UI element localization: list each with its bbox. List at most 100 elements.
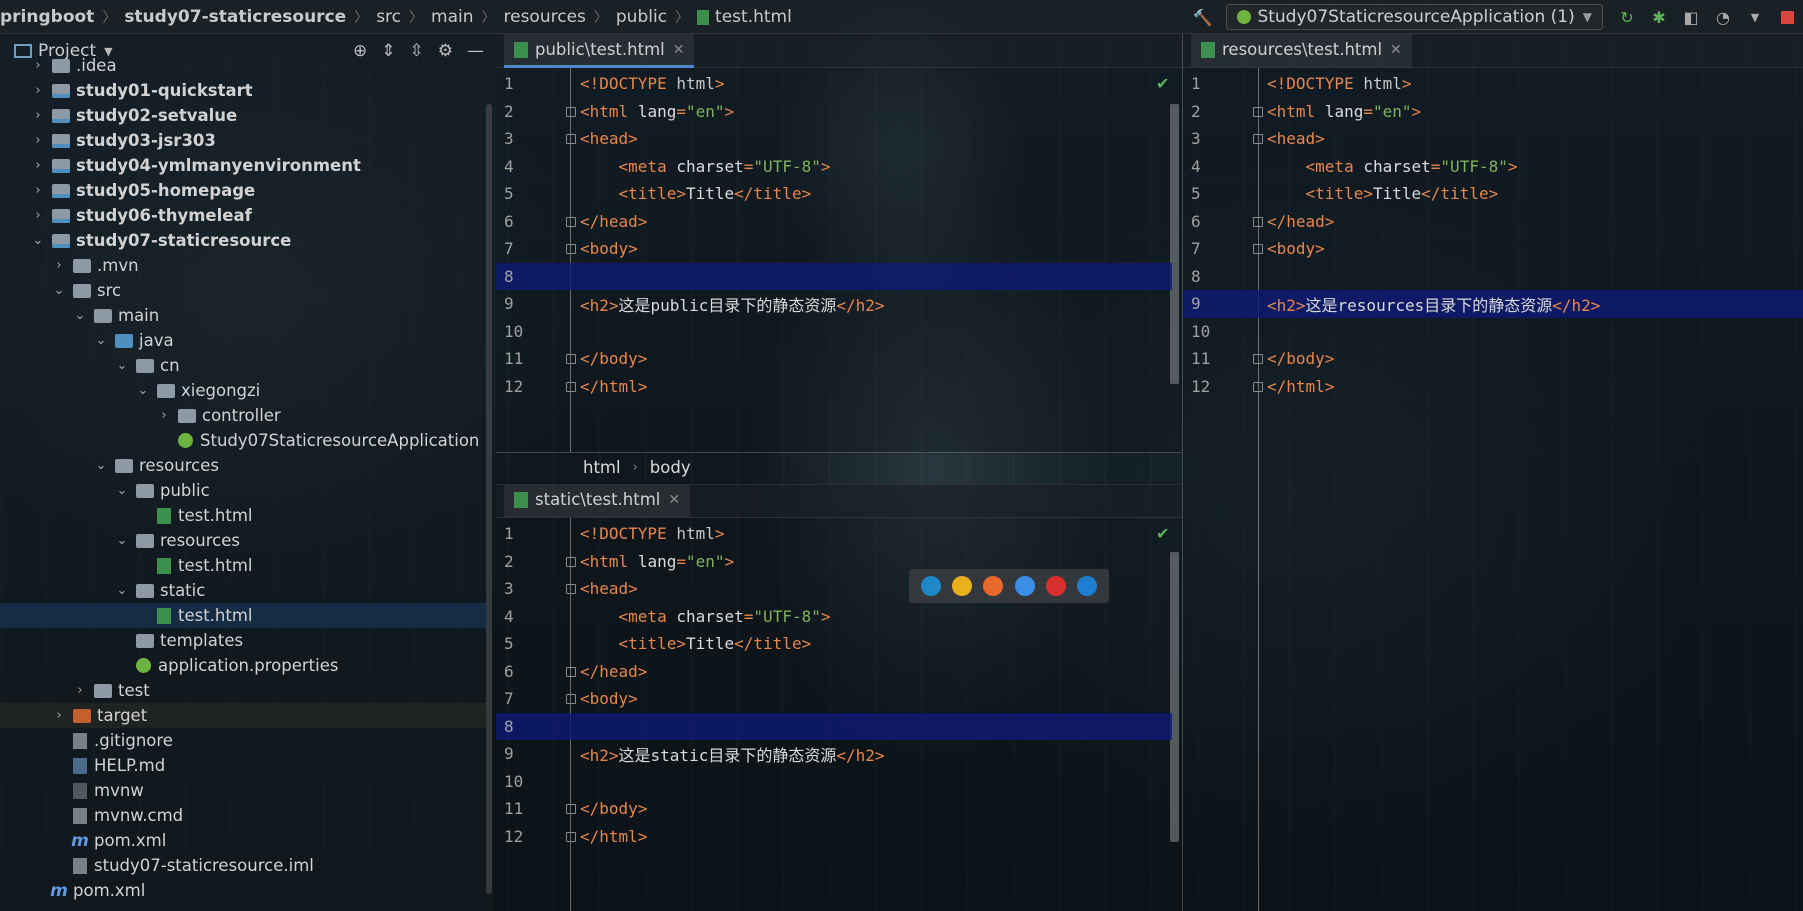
tree-item[interactable]: ›mpom.xml <box>0 828 486 853</box>
tree-item[interactable]: ⌄ public <box>0 478 486 503</box>
fold-marker-icon[interactable] <box>1253 216 1263 227</box>
chevron-right-icon[interactable]: › <box>30 183 46 198</box>
ie-icon[interactable] <box>1077 576 1098 596</box>
chevron-down-icon[interactable]: ⌄ <box>93 333 109 348</box>
fold-marker-icon[interactable] <box>1253 106 1263 117</box>
chevron-right-icon[interactable]: › <box>30 108 46 123</box>
fold-marker-icon[interactable] <box>566 381 576 392</box>
code-line[interactable]: 8 <box>496 262 1172 290</box>
project-scrollbar[interactable] <box>486 104 492 894</box>
tree-item[interactable]: › study02-setvalue <box>0 103 486 128</box>
chevron-right-icon[interactable]: › <box>30 58 46 73</box>
debug-icon[interactable]: ✱ <box>1649 7 1669 27</box>
breadcrumb-item[interactable]: public <box>616 7 667 27</box>
build-hammer-icon[interactable]: 🔨 <box>1192 7 1212 27</box>
fold-marker-icon[interactable] <box>566 584 576 594</box>
code-line[interactable]: 7 <body> <box>1183 235 1803 263</box>
rerun-icon[interactable]: ↻ <box>1617 7 1637 27</box>
breadcrumb-item[interactable]: resources <box>504 7 586 27</box>
tree-item[interactable]: ›mvnw <box>0 778 486 803</box>
tree-item[interactable]: ›mvnw.cmd <box>0 803 486 828</box>
code-line[interactable]: 6 </head> <box>496 658 1172 686</box>
code-line[interactable]: 10 <box>496 768 1172 796</box>
tree-item[interactable]: ⌄ xiegongzi <box>0 378 486 403</box>
fold-marker-icon[interactable] <box>1253 381 1263 392</box>
tree-item[interactable]: › .mvn <box>0 253 486 278</box>
profile-icon[interactable]: ◔ <box>1713 7 1733 27</box>
tree-item[interactable]: ›test.html <box>0 553 486 578</box>
tree-item[interactable]: ⌄ src <box>0 278 486 303</box>
code-line[interactable]: 5 <title>Title</title> <box>1183 180 1803 208</box>
tree-item[interactable]: ›test.html <box>0 603 486 628</box>
code-line[interactable]: 10 <box>496 318 1172 346</box>
tree-item[interactable]: ⌄ resources <box>0 528 486 553</box>
breadcrumb-item[interactable]: study07-staticresource <box>124 7 346 27</box>
tab-resources-test-html[interactable]: resources\test.html ✕ <box>1191 34 1412 68</box>
breadcrumb-item[interactable]: main <box>431 7 473 27</box>
breadcrumb-html[interactable]: html <box>583 458 621 477</box>
fold-marker-icon[interactable] <box>566 694 576 704</box>
breadcrumb-item[interactable]: src <box>376 7 401 27</box>
fold-marker-icon[interactable] <box>566 244 576 254</box>
chevron-right-icon[interactable]: › <box>51 258 67 273</box>
chevron-down-icon[interactable]: ⌄ <box>114 583 130 598</box>
fold-marker-icon[interactable] <box>1253 354 1263 364</box>
code-line[interactable]: 9 <h2>这是static目录下的静态资源</h2> <box>496 740 1172 768</box>
chevron-right-icon[interactable]: › <box>30 208 46 223</box>
code-line[interactable]: 1 <!DOCTYPE html> <box>496 520 1172 548</box>
fold-marker-icon[interactable] <box>566 106 576 117</box>
chevron-down-icon[interactable]: ⌄ <box>51 283 67 298</box>
breadcrumb-item[interactable]: test.html <box>715 7 792 27</box>
fold-marker-icon[interactable] <box>566 831 576 842</box>
fold-marker-icon[interactable] <box>566 804 576 814</box>
tree-item[interactable]: ›study07-staticresource.iml <box>0 853 486 878</box>
tree-item[interactable]: ›.gitignore <box>0 728 486 753</box>
tree-item[interactable]: ›Study07StaticresourceApplication <box>0 428 486 453</box>
tree-item[interactable]: › .idea <box>0 53 486 78</box>
code-line[interactable]: 5 <title>Title</title> <box>496 630 1172 658</box>
code-line[interactable]: 3 <head> <box>1183 125 1803 153</box>
tree-item[interactable]: ›HELP.md <box>0 753 486 778</box>
edge-icon[interactable] <box>920 576 941 596</box>
fold-marker-icon[interactable] <box>566 666 576 677</box>
tab-static-test-html[interactable]: static\test.html ✕ <box>504 484 691 518</box>
chevron-down-icon[interactable]: ⌄ <box>114 483 130 498</box>
tree-item[interactable]: › study04-ymlmanyenvironment <box>0 153 486 178</box>
opera-icon[interactable] <box>1045 576 1066 596</box>
tree-item[interactable]: ⌄ main <box>0 303 486 328</box>
code-line[interactable]: 11 </body> <box>496 795 1172 823</box>
code-line[interactable]: 8 <box>1183 263 1803 291</box>
fold-marker-icon[interactable] <box>566 134 576 144</box>
chevron-right-icon[interactable]: › <box>30 158 46 173</box>
fold-marker-icon[interactable] <box>566 556 576 567</box>
code-line[interactable]: 10 <box>1183 318 1803 346</box>
tree-item[interactable]: ⌄ java <box>0 328 486 353</box>
chevron-down-icon[interactable]: ⌄ <box>30 233 46 248</box>
tab-public-test-html[interactable]: public\test.html ✕ <box>504 34 695 68</box>
tree-item[interactable]: › study06-thymeleaf <box>0 203 486 228</box>
run-config-selector[interactable]: Study07StaticresourceApplication (1) ▼ <box>1226 4 1603 30</box>
code-line[interactable]: 11 </body> <box>496 345 1172 373</box>
tree-item[interactable]: ⌄ cn <box>0 353 486 378</box>
firefox-icon[interactable] <box>983 576 1004 596</box>
tree-item[interactable]: ›mpom.xml <box>0 878 486 903</box>
code-line[interactable]: 7 <body> <box>496 685 1172 713</box>
chevron-down-icon[interactable]: ⌄ <box>93 458 109 473</box>
more-dropdown-icon[interactable]: ▼ <box>1745 7 1765 27</box>
code-line[interactable]: 2 <html lang="en"> <box>496 98 1172 126</box>
code-line[interactable]: 6 </head> <box>496 208 1172 236</box>
code-line[interactable]: 12 </html> <box>496 823 1172 851</box>
code-line[interactable]: 7 <body> <box>496 235 1172 263</box>
close-icon[interactable]: ✕ <box>673 42 685 58</box>
close-icon[interactable]: ✕ <box>668 492 680 508</box>
code-line[interactable]: 6 </head> <box>1183 208 1803 236</box>
tree-item[interactable]: ⌄ resources <box>0 453 486 478</box>
code-line[interactable]: 2 <html lang="en"> <box>1183 98 1803 126</box>
code-line[interactable]: 3 <head> <box>496 125 1172 153</box>
safari-icon[interactable] <box>1014 576 1035 596</box>
code-line[interactable]: 1 <!DOCTYPE html> <box>496 70 1172 98</box>
fold-marker-icon[interactable] <box>566 216 576 227</box>
close-icon[interactable]: ✕ <box>1390 42 1402 58</box>
code-line[interactable]: 12 </html> <box>496 373 1172 401</box>
tree-item[interactable]: › target <box>0 703 486 728</box>
